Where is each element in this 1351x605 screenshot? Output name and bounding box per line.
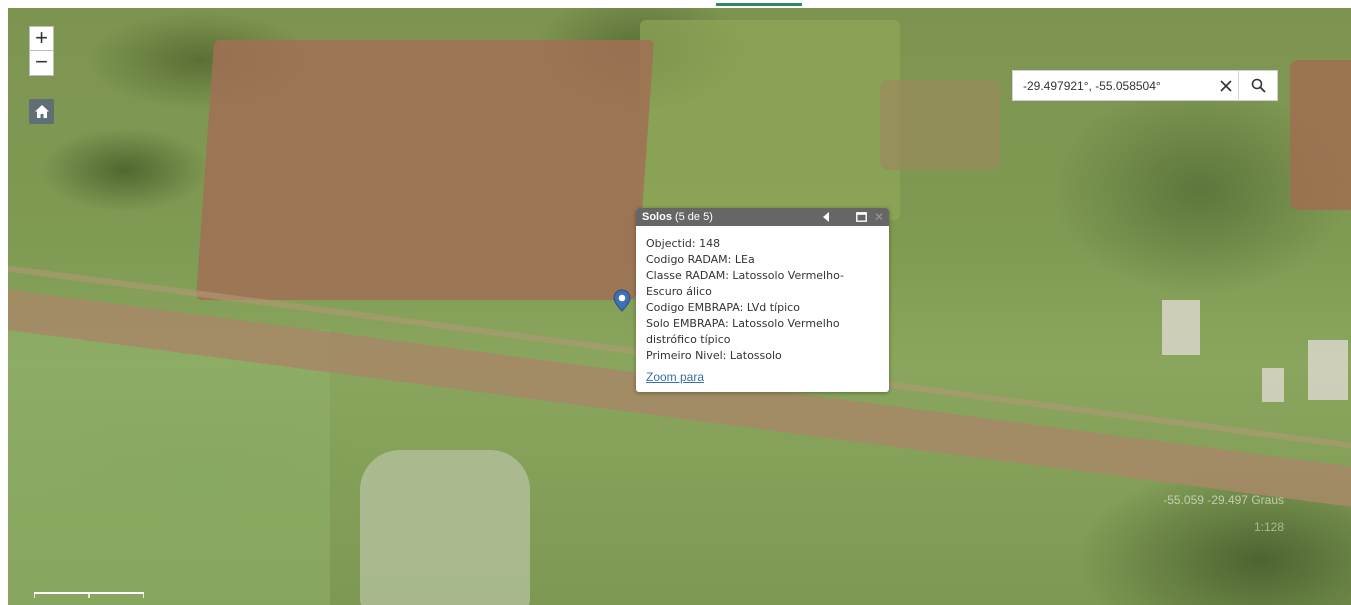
zoom-control: + − [29, 26, 54, 76]
popup-field: Classe RADAM: Latossolo Vermelho- [646, 269, 844, 282]
left-edge [0, 0, 8, 605]
popup-layer-name: Solos [642, 211, 672, 223]
scale-readout: 1:128 [1253, 520, 1284, 534]
popup-field: distrófico típico [646, 333, 731, 346]
zoom-out-button[interactable]: − [29, 51, 54, 76]
feature-popup: Solos (5 de 5) ✕ Objectid: 148 Codigo RA… [636, 208, 889, 392]
building [1162, 300, 1200, 355]
top-bar [0, 0, 1351, 8]
popup-content: Objectid: 148 Codigo RADAM: LEa Classe R… [636, 226, 889, 386]
popup-field: Codigo RADAM: LEa [646, 253, 755, 266]
previous-feature-icon[interactable] [821, 211, 831, 223]
zoom-in-button[interactable]: + [29, 26, 54, 51]
close-icon [1220, 79, 1232, 92]
popup-field: Objectid: 148 [646, 237, 721, 250]
home-button[interactable] [29, 99, 54, 124]
building [1308, 340, 1348, 400]
maximize-icon[interactable] [856, 212, 867, 222]
coordinate-readout: -55.059 -29.497 Graus [1163, 493, 1284, 507]
close-popup-icon[interactable]: ✕ [874, 211, 884, 223]
field-area [360, 450, 530, 605]
field-area [195, 40, 655, 300]
field-area [1290, 60, 1351, 210]
clear-search-button[interactable] [1213, 71, 1239, 100]
location-pin-icon[interactable] [613, 289, 631, 323]
zoom-to-link[interactable]: Zoom para [646, 369, 704, 385]
popup-field: Solo EMBRAPA: Latossolo Vermelho [646, 317, 840, 330]
search-box [1012, 70, 1278, 101]
search-input[interactable] [1013, 77, 1213, 94]
search-button[interactable] [1238, 71, 1277, 100]
home-icon [34, 105, 49, 118]
active-tab-indicator [716, 3, 802, 6]
popup-header: Solos (5 de 5) ✕ [636, 208, 889, 226]
popup-field: Codigo EMBRAPA: LVd típico [646, 301, 800, 314]
scale-bar [34, 592, 144, 598]
field-area [640, 20, 900, 220]
popup-field: Escuro álico [646, 285, 712, 298]
building [1262, 368, 1284, 402]
field-area [880, 80, 1000, 170]
field-area [0, 330, 330, 605]
popup-field: Primeiro Nivel: Latossolo [646, 349, 782, 362]
popup-feature-count: (5 de 5) [674, 211, 713, 223]
search-icon [1251, 78, 1266, 93]
